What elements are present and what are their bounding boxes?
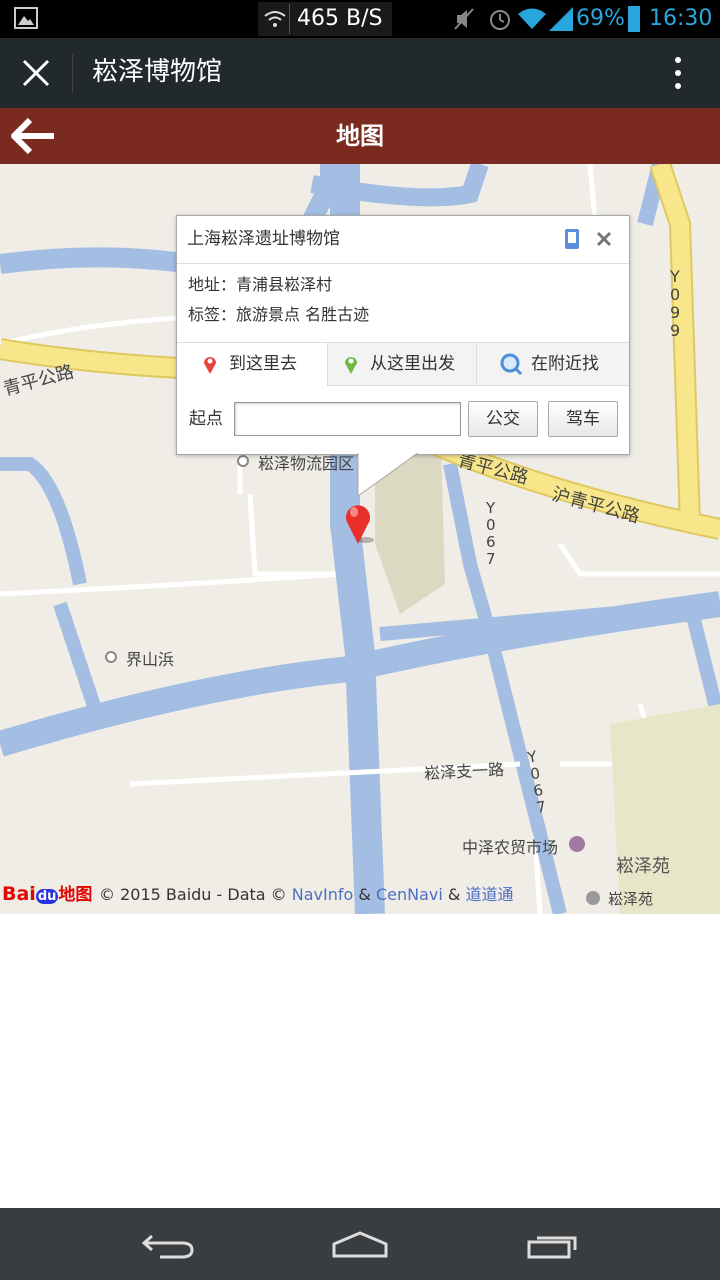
home-icon[interactable]	[331, 1230, 389, 1260]
phone-icon[interactable]	[564, 228, 580, 250]
amp-1: &	[358, 885, 371, 904]
baidu-logo: Bai du 地图	[2, 883, 93, 905]
area-label-songzeyuan: 崧泽苑	[616, 856, 670, 877]
poi-label-market: 中泽农贸市场	[462, 838, 559, 857]
map-info-window: 上海崧泽遗址博物馆 地址：青浦县崧泽村 标签：旅游景点 名胜古迹 到这里去 从这…	[176, 215, 630, 455]
poi-label-jieshanbang: 界山浜	[126, 650, 175, 669]
route-tabs: 到这里去 从这里出发 在附近找	[177, 342, 629, 386]
back-icon[interactable]	[142, 1230, 196, 1260]
address-row: 地址：青浦县崧泽村	[188, 272, 332, 298]
start-label: 起点	[189, 409, 223, 429]
navinfo-link[interactable]: NavInfo	[292, 885, 354, 904]
wifi-icon	[518, 8, 546, 29]
page-header: 地图	[0, 108, 720, 164]
app-title-bar: 崧泽博物馆	[0, 38, 720, 108]
tab-search-nearby[interactable]: 在附近找	[477, 343, 629, 385]
route-form: 起点 公交 驾车	[177, 401, 629, 441]
wifi-small-icon	[264, 11, 286, 27]
map-attribution: Bai du 地图 © 2015 Baidu - Data © NavInfo & …	[2, 876, 514, 912]
info-window-header: 上海崧泽遗址博物馆	[177, 216, 629, 264]
alarm-icon	[490, 10, 510, 30]
gallery-notification-icon	[14, 7, 38, 29]
amp-2: &	[447, 885, 461, 904]
red-pin-icon	[204, 357, 216, 374]
search-nearby-icon	[500, 353, 523, 376]
signal-icon	[549, 7, 573, 31]
window-title: 崧泽博物馆	[92, 57, 223, 87]
battery-percent: 69%	[576, 6, 625, 31]
clock: 16:30	[649, 6, 713, 31]
address-label: 地址：	[188, 275, 237, 294]
info-window-title: 上海崧泽遗址博物馆	[187, 229, 340, 249]
start-input[interactable]	[234, 402, 461, 436]
daodaotong-link[interactable]: 道道通	[465, 885, 513, 904]
road-label-songze-branch: 崧泽支一路	[423, 759, 505, 784]
battery-icon	[628, 6, 640, 32]
mute-icon	[454, 8, 474, 30]
more-options-icon[interactable]	[673, 56, 683, 90]
cennavi-link[interactable]: CenNavi	[376, 885, 443, 904]
close-icon[interactable]	[21, 58, 51, 88]
drive-button[interactable]: 驾车	[548, 401, 618, 437]
status-bar: 465 B/S 69% 16:30	[0, 0, 720, 38]
tags-label: 标签：	[188, 305, 237, 324]
location-marker-icon[interactable]	[340, 500, 380, 548]
poi-label-songzeyuan: 崧泽苑	[608, 890, 654, 908]
page-title: 地图	[336, 122, 384, 150]
copyright-text: © 2015 Baidu - Data ©	[99, 885, 287, 904]
network-speed: 465 B/S	[297, 6, 383, 31]
address-value: 青浦县崧泽村	[236, 275, 333, 294]
close-popup-icon[interactable]	[595, 230, 613, 248]
bus-button[interactable]: 公交	[468, 401, 538, 437]
info-window-pointer	[357, 452, 419, 497]
road-label-y099: Y099	[670, 267, 681, 340]
system-nav-bar	[0, 1208, 720, 1280]
road-label-y067-upper: Y067	[486, 499, 496, 568]
tab-go-here[interactable]: 到这里去	[177, 343, 328, 386]
tags-value: 旅游景点 名胜古迹	[236, 305, 370, 324]
tags-row: 标签：旅游景点 名胜古迹	[188, 302, 369, 328]
recent-apps-icon[interactable]	[526, 1230, 580, 1260]
tab-start-here[interactable]: 从这里出发	[328, 343, 477, 385]
green-pin-icon	[345, 357, 357, 374]
